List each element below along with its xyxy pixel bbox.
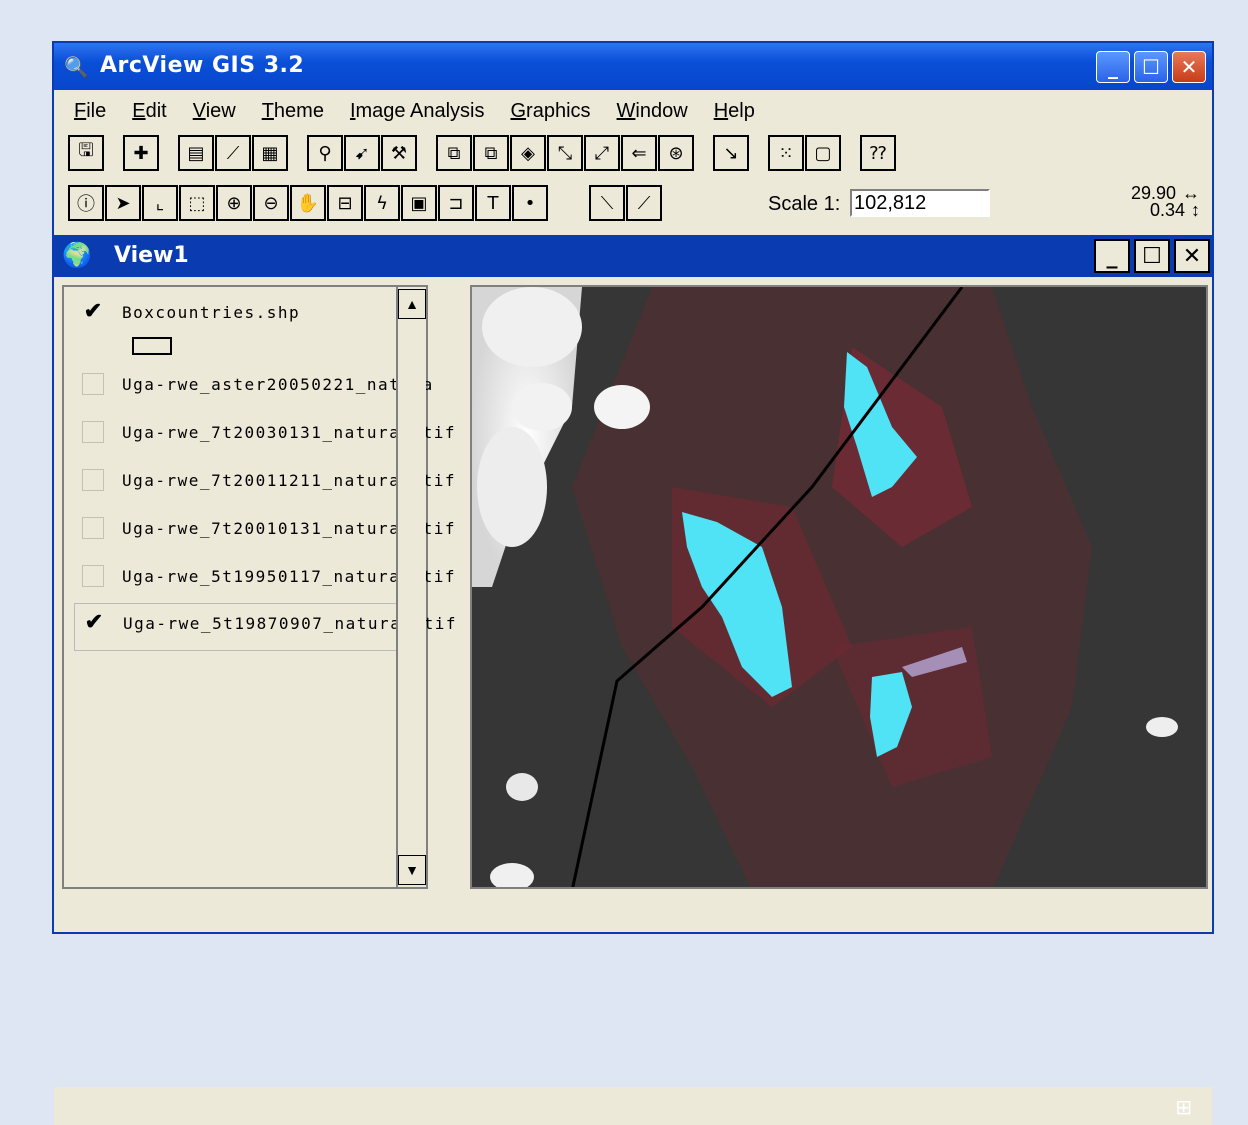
menu-edit[interactable]: Edit xyxy=(132,100,166,123)
clear-selection-icon[interactable]: ↘ xyxy=(713,135,749,171)
locate-address-icon[interactable]: ➹ xyxy=(344,135,380,171)
tool-bar: ⓘ ➤ ⌞ ⬚ ⊕ ⊖ ✋ ⊟ ϟ ▣ ⊐ T • ⟍ ⟋ xyxy=(68,183,663,223)
arcview-globe-icon: 🔍 xyxy=(64,57,89,79)
theme-item[interactable]: Uga-rwe_7t20011211_natural.tif xyxy=(74,461,454,507)
scroll-down-icon[interactable]: ▼ xyxy=(398,855,426,885)
help-icon[interactable]: ⁇ xyxy=(860,135,896,171)
view-minimize-button[interactable]: _ xyxy=(1094,239,1130,273)
scale-input[interactable]: 102,812 xyxy=(850,189,990,217)
menu-image-analysis[interactable]: Image Analysis xyxy=(350,100,485,123)
resize-grip-icon[interactable]: ⊞ xyxy=(1175,1095,1192,1119)
select-feature-icon[interactable]: ⬚ xyxy=(179,185,215,221)
draw-point-icon[interactable]: • xyxy=(512,185,548,221)
button-bar: 🖫 ✚ ▤ ⟋ ▦ ⚲ ➹ ⚒ ⧉ ⧉ ◈ ⤡ ⤢ ⇐ ⊛ ↘ ⁙ ▢ ⁇ xyxy=(68,133,897,173)
zoom-in-center-icon[interactable]: ⤡ xyxy=(547,135,583,171)
checkbox[interactable] xyxy=(82,469,104,491)
edit-legend-icon[interactable]: ⟋ xyxy=(215,135,251,171)
view-window-controls: _ ☐ ✕ xyxy=(1094,239,1210,273)
theme-properties-icon[interactable]: ▤ xyxy=(178,135,214,171)
zoom-out-icon[interactable]: ⊖ xyxy=(253,185,289,221)
theme-item[interactable]: Uga-rwe_aster20050221_natura xyxy=(74,365,432,411)
theme-name: Uga-rwe_aster20050221_natura xyxy=(122,375,434,394)
pointer-icon[interactable]: ➤ xyxy=(105,185,141,221)
theme-name: Boxcountries.shp xyxy=(122,303,301,322)
checkbox[interactable] xyxy=(82,565,104,587)
vertical-arrow-icon: ↕ xyxy=(1191,200,1200,220)
menu-theme[interactable]: Theme xyxy=(262,100,324,123)
table-of-contents: ✔ Boxcountries.shp Uga-rwe_aster20050221… xyxy=(62,285,455,889)
theme-item[interactable]: ✔ Boxcountries.shp xyxy=(74,293,424,355)
zoom-selected-icon[interactable]: ◈ xyxy=(510,135,546,171)
select-by-theme-icon[interactable]: ⊛ xyxy=(658,135,694,171)
open-table-icon[interactable]: ▦ xyxy=(252,135,288,171)
menu-view[interactable]: View xyxy=(193,100,236,123)
zoom-active-themes-icon[interactable]: ⧉ xyxy=(473,135,509,171)
toc-scrollbar[interactable]: ▲ ▼ xyxy=(396,287,426,887)
checkbox[interactable] xyxy=(82,373,104,395)
zoom-full-extent-icon[interactable]: ⧉ xyxy=(436,135,472,171)
menu-file[interactable]: File xyxy=(74,100,106,123)
label-icon[interactable]: ⊐ xyxy=(438,185,474,221)
view-title: View1 xyxy=(114,243,189,268)
create-chart-icon[interactable]: ▢ xyxy=(805,135,841,171)
menu-window[interactable]: Window xyxy=(617,100,688,123)
zoom-previous-icon[interactable]: ⇐ xyxy=(621,135,657,171)
window-controls: _ ☐ ✕ xyxy=(1096,51,1206,83)
area-of-interest-icon[interactable]: ▣ xyxy=(401,185,437,221)
zoom-in-icon[interactable]: ⊕ xyxy=(216,185,252,221)
pan-icon[interactable]: ✋ xyxy=(290,185,326,221)
view-close-button[interactable]: ✕ xyxy=(1174,239,1210,273)
status-bar: ⊞ xyxy=(54,1087,1212,1125)
hotlink-icon[interactable]: ϟ xyxy=(364,185,400,221)
polygon-legend-symbol xyxy=(132,337,172,355)
menu-help[interactable]: Help xyxy=(714,100,755,123)
minimize-button[interactable]: _ xyxy=(1096,51,1130,83)
theme-item-active[interactable]: ✔ Uga-rwe_5t19870907_natural.tif xyxy=(74,603,455,651)
view-window: 🌍 View1 _ ☐ ✕ ✔ Boxcountries.shp Uga-rwe… xyxy=(54,235,1212,1125)
zoom-out-center-icon[interactable]: ⤢ xyxy=(584,135,620,171)
find-icon[interactable]: ⚲ xyxy=(307,135,343,171)
theme-item[interactable]: Uga-rwe_5t19950117_natural.tif xyxy=(74,557,454,603)
app-title: ArcView GIS 3.2 xyxy=(100,53,305,78)
line-tool-icon[interactable]: ⟋ xyxy=(626,185,662,221)
title-bar: 🔍 ArcView GIS 3.2 _ ☐ ✕ xyxy=(54,43,1212,90)
theme-item[interactable]: Uga-rwe_7t20010131_natural.tif xyxy=(74,509,454,555)
text-icon[interactable]: T xyxy=(475,185,511,221)
coord-y: 0.34 xyxy=(1149,200,1185,220)
scroll-up-icon[interactable]: ▲ xyxy=(398,289,426,319)
maximize-button[interactable]: ☐ xyxy=(1134,51,1168,83)
view-maximize-button[interactable]: ☐ xyxy=(1134,239,1170,273)
add-theme-icon[interactable]: ✚ xyxy=(123,135,159,171)
menu-graphics[interactable]: Graphics xyxy=(510,100,590,123)
checkbox[interactable] xyxy=(82,421,104,443)
scale-label: Scale 1: xyxy=(768,193,841,215)
measure-icon[interactable]: ⊟ xyxy=(327,185,363,221)
checkbox[interactable] xyxy=(82,517,104,539)
checkmark-icon[interactable]: ✔ xyxy=(82,300,104,323)
save-icon[interactable]: 🖫 xyxy=(68,135,104,171)
satellite-image xyxy=(472,287,1206,887)
layout-icon[interactable]: ⁙ xyxy=(768,135,804,171)
coordinate-readout: 29.90 ↔ 0.34 ↕ xyxy=(1131,184,1200,220)
snap-icon[interactable]: ⟍ xyxy=(589,185,625,221)
view-title-bar: 🌍 View1 _ ☐ ✕ xyxy=(54,235,1212,277)
query-builder-icon[interactable]: ⚒ xyxy=(381,135,417,171)
vertex-edit-icon[interactable]: ⌞ xyxy=(142,185,178,221)
map-display[interactable] xyxy=(470,285,1208,889)
identify-icon[interactable]: ⓘ xyxy=(68,185,104,221)
arcview-window: 🔍 ArcView GIS 3.2 _ ☐ ✕ File Edit View T… xyxy=(52,41,1214,1125)
view-globe-icon: 🌍 xyxy=(62,242,92,269)
menu-bar: File Edit View Theme Image Analysis Grap… xyxy=(54,93,1212,129)
checkmark-icon[interactable]: ✔ xyxy=(83,611,105,634)
theme-item[interactable]: Uga-rwe_7t20030131_natural.tif xyxy=(74,413,454,459)
close-button[interactable]: ✕ xyxy=(1172,51,1206,83)
